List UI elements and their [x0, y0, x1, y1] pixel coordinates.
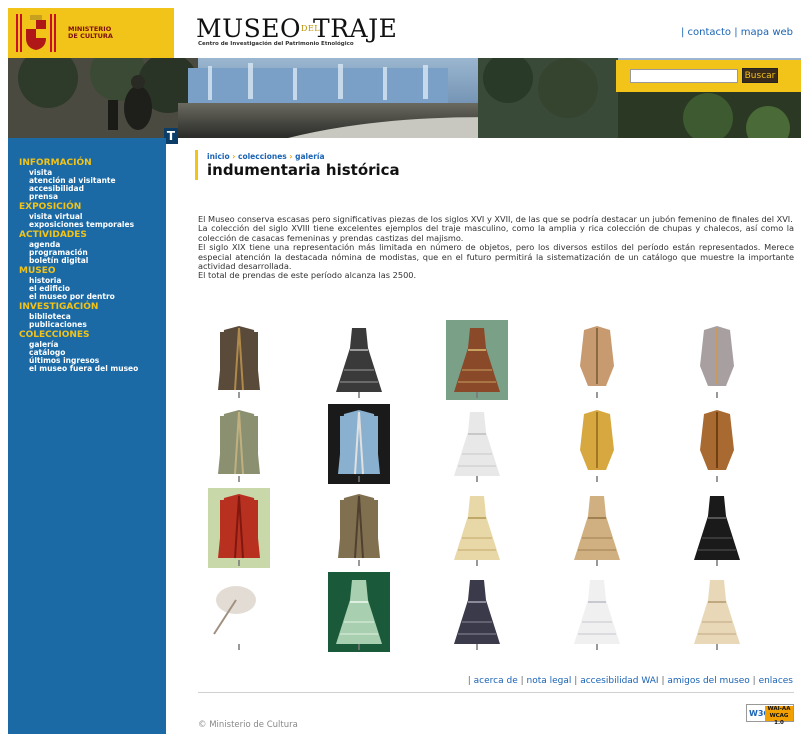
sidebar-item[interactable]: el museo fuera del museo	[19, 365, 138, 373]
search-input[interactable]	[630, 69, 738, 83]
header: MINISTERIO DE CULTURA MUSEODELTRAJE Cent…	[0, 0, 801, 58]
intro-paragraph: El siglo XIX tiene una representación má…	[198, 242, 794, 272]
intro-paragraph: El total de prendas de este período alca…	[198, 270, 417, 281]
yellow-waistcoat-icon	[580, 410, 614, 482]
header-banner-photo: Buscar	[8, 58, 801, 138]
gallery-thumbnail[interactable]	[446, 320, 508, 404]
parasol-icon	[213, 586, 256, 650]
gallery-thumbnail[interactable]	[446, 404, 508, 488]
cream-dress-icon	[454, 496, 500, 566]
gallery-thumbnail[interactable]	[208, 488, 270, 572]
frock-coat-icon	[218, 326, 260, 398]
title-accent-bar	[195, 150, 198, 180]
footer-links: | acerca de | nota legal | accesibilidad…	[467, 676, 793, 686]
embroidered-coat-icon	[218, 410, 260, 482]
intro-text: El Museo conserva escasas pero significa…	[198, 214, 794, 281]
footer-link-friends[interactable]: amigos del museo	[667, 676, 749, 686]
sidebar-item[interactable]: prensa	[19, 193, 138, 201]
gallery-thumbnail[interactable]	[686, 404, 748, 488]
contact-link[interactable]: contacto	[688, 27, 732, 38]
gallery-thumbnail[interactable]	[566, 320, 628, 404]
gallery-thumbnail[interactable]	[686, 488, 748, 572]
ivory-dress-icon	[694, 580, 740, 650]
sidebar-item[interactable]: publicaciones	[19, 321, 138, 329]
sidebar-nav: INFORMACIÓN visita atención al visitante ac…	[19, 157, 138, 373]
wai-aa-badge-icon[interactable]: W3C WAI-AA WCAG 1.0	[746, 704, 794, 726]
crinoline-icon	[328, 572, 390, 652]
gallery-thumbnail[interactable]	[446, 488, 508, 572]
sidebar-item[interactable]: boletín digital	[19, 257, 138, 265]
sitemap-link[interactable]: mapa web	[741, 27, 793, 38]
sidebar-tab-marker: T	[164, 128, 178, 144]
gallery-thumbnail[interactable]	[446, 572, 508, 656]
gallery-thumbnail[interactable]	[328, 320, 390, 404]
gold-dress-icon	[574, 496, 620, 566]
bodice-icon	[700, 326, 734, 398]
footer-link-accessibility[interactable]: accesibilidad WAI	[580, 676, 658, 686]
museum-logo[interactable]: MUSEODELTRAJE	[196, 14, 397, 43]
gallery-thumbnail[interactable]	[208, 572, 270, 656]
gallery-thumbnail[interactable]	[566, 572, 628, 656]
blue-coat-icon	[328, 404, 390, 484]
gallery-thumbnail[interactable]	[208, 320, 270, 404]
sidebar-item[interactable]: exposiciones temporales	[19, 221, 138, 229]
plaid-dress-icon	[336, 328, 382, 398]
breadcrumb-inicio[interactable]: inicio	[207, 152, 230, 161]
jacket-icon	[580, 326, 614, 398]
ministry-label: MINISTERIO DE CULTURA	[68, 25, 113, 40]
copyright: © Ministerio de Cultura	[198, 720, 298, 730]
gallery-thumbnail[interactable]	[328, 572, 390, 656]
top-links: | contacto | mapa web	[680, 27, 793, 38]
logo-del: DEL	[301, 24, 321, 33]
gallery-thumbnail[interactable]	[208, 404, 270, 488]
breadcrumb-colecciones[interactable]: colecciones	[238, 152, 287, 161]
gallery-thumbnail[interactable]	[566, 404, 628, 488]
sidebar-item[interactable]: el museo por dentro	[19, 293, 138, 301]
red-coat-icon	[208, 488, 270, 568]
gallery-thumbnail[interactable]	[686, 320, 748, 404]
brown-waistcoat-icon	[700, 410, 734, 482]
search-box: Buscar	[616, 60, 801, 92]
search-button[interactable]: Buscar	[742, 68, 778, 83]
page-title: indumentaria histórica	[207, 161, 400, 179]
footer-link-legal[interactable]: nota legal	[527, 676, 572, 686]
white-gown-icon	[454, 412, 500, 482]
bustle-dress-icon	[454, 580, 500, 650]
garment-gallery	[198, 318, 794, 663]
footer-link-links[interactable]: enlaces	[759, 676, 793, 686]
black-dress-icon	[694, 496, 740, 566]
logo-subtitle: Centro de Investigación del Patrimonio E…	[198, 41, 354, 47]
footer-divider	[198, 692, 794, 693]
breadcrumb: inicio › colecciones › galería	[207, 152, 325, 161]
footer-link-about[interactable]: acerca de	[474, 676, 518, 686]
coat-of-arms-icon	[16, 14, 56, 52]
gallery-thumbnail[interactable]	[328, 488, 390, 572]
cape-icon	[338, 494, 380, 566]
sidebar: INFORMACIÓN visita atención al visitante ac…	[8, 138, 166, 734]
gallery-thumbnail[interactable]	[566, 488, 628, 572]
intro-paragraph: La colección del siglo XVIII tiene excel…	[198, 223, 794, 243]
breadcrumb-galeria[interactable]: galería	[295, 152, 324, 161]
gallery-thumbnail[interactable]	[328, 404, 390, 488]
ministry-logo[interactable]: MINISTERIO DE CULTURA	[8, 8, 174, 58]
wedding-gown-icon	[574, 580, 620, 650]
gallery-thumbnail[interactable]	[686, 572, 748, 656]
striped-dress-icon	[446, 320, 508, 400]
